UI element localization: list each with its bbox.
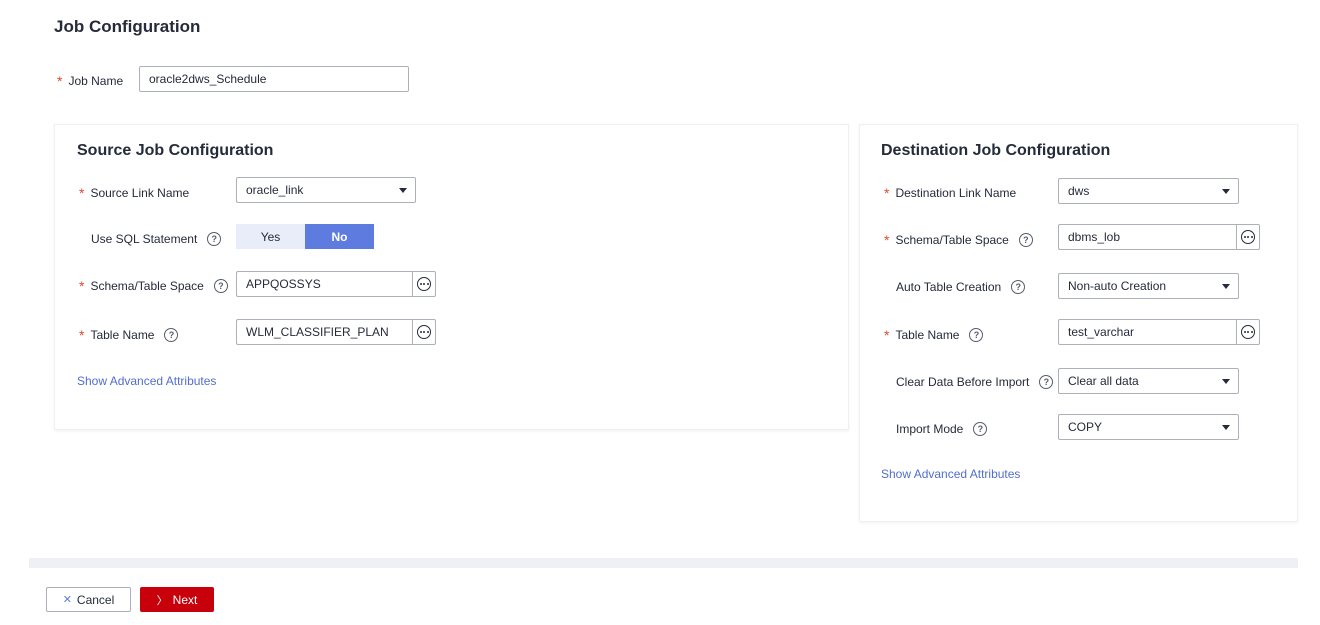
source-schema-label-text: Schema/Table Space: [90, 279, 204, 293]
auto-table-select[interactable]: Non-auto Creation: [1058, 273, 1239, 299]
dest-schema-input[interactable]: dbms_lob: [1058, 224, 1236, 250]
source-config-card: Source Job Configuration * Source Link N…: [54, 124, 849, 430]
source-config-title: Source Job Configuration: [77, 142, 274, 159]
dest-table-input[interactable]: test_varchar: [1058, 319, 1236, 345]
auto-table-label-text: Auto Table Creation: [896, 280, 1002, 294]
dest-schema-label-text: Schema/Table Space: [895, 233, 1009, 247]
more-icon: [1241, 325, 1255, 339]
dest-link-name-value: dws: [1068, 184, 1090, 198]
clear-data-select[interactable]: Clear all data: [1058, 368, 1239, 394]
dest-schema-label: * Schema/Table Space ?: [884, 232, 1033, 248]
dest-table-input-group: test_varchar: [1058, 319, 1260, 345]
import-mode-value: COPY: [1068, 420, 1103, 434]
chevron-down-icon: [1222, 425, 1230, 430]
source-schema-browse-button[interactable]: [412, 271, 436, 297]
required-marker: *: [79, 278, 85, 294]
dest-link-name-select[interactable]: dws: [1058, 178, 1239, 204]
help-icon[interactable]: ?: [1039, 375, 1054, 389]
chevron-right-icon: 〉: [156, 594, 168, 607]
help-icon[interactable]: ?: [973, 422, 988, 436]
use-sql-toggle: Yes No: [236, 224, 374, 249]
help-icon[interactable]: ?: [207, 232, 222, 246]
dest-schema-input-group: dbms_lob: [1058, 224, 1260, 250]
clear-data-label-text: Clear Data Before Import: [896, 375, 1030, 389]
destination-config-card: Destination Job Configuration * Destinat…: [859, 124, 1298, 522]
dest-table-label: * Table Name ?: [884, 327, 984, 343]
dest-table-label-text: Table Name: [895, 328, 960, 342]
source-schema-input-group: APPQOSSYS: [236, 271, 436, 297]
job-name-input[interactable]: oracle2dws_Schedule: [139, 66, 409, 92]
required-marker: *: [79, 327, 85, 343]
source-link-name-value: oracle_link: [246, 183, 304, 197]
job-name-label: * Job Name: [57, 73, 123, 89]
close-icon: ✕: [62, 594, 72, 606]
next-button-label: Next: [172, 592, 198, 607]
help-icon[interactable]: ?: [1018, 233, 1033, 247]
chevron-down-icon: [1222, 284, 1230, 289]
source-table-label: * Table Name ?: [79, 327, 179, 343]
import-mode-label: Import Mode ?: [896, 422, 988, 436]
use-sql-label-text: Use SQL Statement: [91, 232, 198, 246]
help-icon[interactable]: ?: [1011, 280, 1026, 294]
import-mode-label-text: Import Mode: [896, 422, 964, 436]
use-sql-no-button[interactable]: No: [305, 224, 374, 249]
source-schema-input[interactable]: APPQOSSYS: [236, 271, 412, 297]
required-marker: *: [57, 73, 63, 89]
required-marker: *: [884, 185, 890, 201]
source-table-input[interactable]: WLM_CLASSIFIER_PLAN: [236, 319, 412, 345]
source-show-advanced-link[interactable]: Show Advanced Attributes: [77, 374, 216, 388]
import-mode-select[interactable]: COPY: [1058, 414, 1239, 440]
required-marker: *: [884, 327, 890, 343]
job-name-label-text: Job Name: [68, 74, 124, 88]
source-schema-label: * Schema/Table Space ?: [79, 278, 228, 294]
help-icon[interactable]: ?: [213, 279, 228, 293]
dest-show-advanced-link[interactable]: Show Advanced Attributes: [881, 467, 1020, 481]
source-table-label-text: Table Name: [90, 328, 155, 342]
cancel-button-label: Cancel: [76, 592, 115, 607]
required-marker: *: [79, 185, 85, 201]
destination-config-title: Destination Job Configuration: [881, 142, 1111, 159]
required-marker: *: [884, 232, 890, 248]
use-sql-label: Use SQL Statement ?: [91, 232, 222, 246]
help-icon[interactable]: ?: [164, 328, 179, 342]
cancel-button[interactable]: ✕ Cancel: [46, 587, 131, 612]
source-table-browse-button[interactable]: [412, 319, 436, 345]
auto-table-label: Auto Table Creation ?: [896, 280, 1026, 294]
dest-link-name-label: * Destination Link Name: [884, 185, 1016, 201]
help-icon[interactable]: ?: [969, 328, 984, 342]
dest-table-browse-button[interactable]: [1236, 319, 1260, 345]
use-sql-yes-button[interactable]: Yes: [236, 224, 305, 249]
clear-data-value: Clear all data: [1068, 374, 1139, 388]
dest-link-name-label-text: Destination Link Name: [895, 186, 1017, 200]
source-table-input-group: WLM_CLASSIFIER_PLAN: [236, 319, 436, 345]
auto-table-value: Non-auto Creation: [1068, 279, 1167, 293]
dest-schema-browse-button[interactable]: [1236, 224, 1260, 250]
chevron-down-icon: [399, 188, 407, 193]
chevron-down-icon: [1222, 379, 1230, 384]
page-title: Job Configuration: [54, 17, 201, 36]
footer-divider: [29, 558, 1298, 568]
clear-data-label: Clear Data Before Import ?: [896, 375, 1054, 389]
more-icon: [1241, 230, 1255, 244]
next-button[interactable]: 〉 Next: [140, 587, 214, 612]
source-link-name-label-text: Source Link Name: [90, 186, 190, 200]
more-icon: [417, 325, 431, 339]
source-link-name-label: * Source Link Name: [79, 185, 189, 201]
chevron-down-icon: [1222, 189, 1230, 194]
source-link-name-select[interactable]: oracle_link: [236, 177, 416, 203]
more-icon: [417, 277, 431, 291]
